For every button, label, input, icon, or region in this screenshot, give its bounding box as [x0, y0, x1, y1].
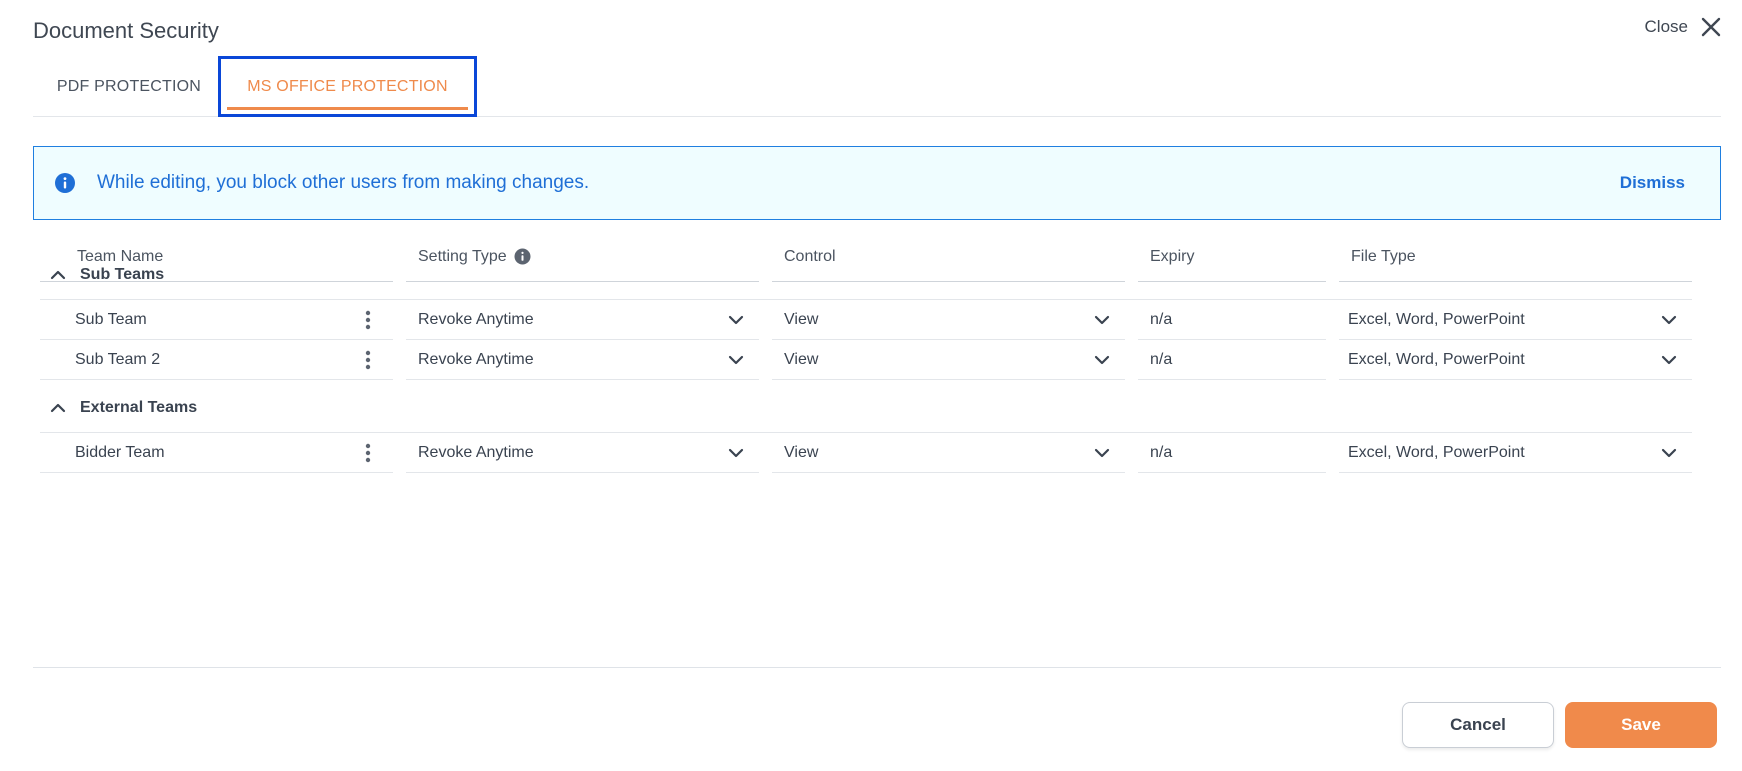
control-select[interactable]: View: [772, 340, 1125, 380]
save-button[interactable]: Save: [1565, 702, 1717, 748]
expiry-cell: n/a: [1138, 340, 1326, 380]
file-type-select[interactable]: Excel, Word, PowerPoint: [1339, 300, 1692, 340]
group-external-teams: External Teams: [40, 383, 1692, 433]
file-type-select[interactable]: Excel, Word, PowerPoint: [1339, 433, 1692, 473]
cancel-button[interactable]: Cancel: [1402, 702, 1554, 748]
tab-ms-office-protection[interactable]: MS OFFICE PROTECTION: [218, 56, 477, 117]
kebab-menu-icon[interactable]: [365, 443, 371, 463]
setting-type-select[interactable]: Revoke Anytime: [406, 433, 759, 473]
team-settings-table: Team Name Setting Type Control Expiry Fi…: [33, 232, 1721, 668]
chevron-down-icon: [1661, 355, 1677, 365]
close-button[interactable]: Close: [1645, 16, 1722, 38]
setting-type-select[interactable]: Revoke Anytime: [406, 340, 759, 380]
dismiss-button[interactable]: Dismiss: [1620, 173, 1685, 193]
tab-bar: PDF PROTECTION MS OFFICE PROTECTION: [33, 56, 1721, 117]
team-name-cell: Bidder Team: [40, 433, 393, 473]
control-select[interactable]: View: [772, 433, 1125, 473]
banner-message: While editing, you block other users fro…: [97, 172, 590, 193]
chevron-down-icon: [1094, 448, 1110, 458]
group-name: External Teams: [80, 399, 198, 416]
page-title: Document Security: [33, 18, 219, 43]
chevron-down-icon: [1094, 315, 1110, 325]
chevron-down-icon: [1661, 315, 1677, 325]
group-toggle[interactable]: External Teams: [50, 383, 197, 433]
tab-label: MS OFFICE PROTECTION: [247, 77, 448, 95]
close-icon: [1701, 17, 1721, 37]
expiry-cell: n/a: [1138, 433, 1326, 473]
chevron-down-icon: [1094, 355, 1110, 365]
file-type-select[interactable]: Excel, Word, PowerPoint: [1339, 340, 1692, 380]
chevron-down-icon: [728, 355, 744, 365]
active-tab-indicator: [227, 107, 468, 110]
team-name-cell: Sub Team: [40, 300, 393, 340]
chevron-down-icon: [728, 448, 744, 458]
chevron-up-icon: [50, 270, 66, 280]
kebab-menu-icon[interactable]: [365, 310, 371, 330]
tab-label: PDF PROTECTION: [56, 77, 202, 95]
setting-type-select[interactable]: Revoke Anytime: [406, 300, 759, 340]
tab-pdf-protection[interactable]: PDF PROTECTION: [33, 56, 225, 117]
chevron-down-icon: [728, 315, 744, 325]
group-name: Sub Teams: [80, 266, 165, 283]
chevron-down-icon: [1661, 448, 1677, 458]
group-toggle[interactable]: Sub Teams: [50, 250, 164, 300]
kebab-menu-icon[interactable]: [365, 350, 371, 370]
expiry-cell: n/a: [1138, 300, 1326, 340]
control-select[interactable]: View: [772, 300, 1125, 340]
info-icon: [55, 173, 75, 193]
team-name-cell: Sub Team 2: [40, 340, 393, 380]
info-banner: While editing, you block other users fro…: [33, 146, 1721, 220]
group-sub-teams: Sub Teams: [40, 250, 1692, 300]
close-label: Close: [1644, 17, 1688, 36]
chevron-up-icon: [50, 403, 66, 413]
